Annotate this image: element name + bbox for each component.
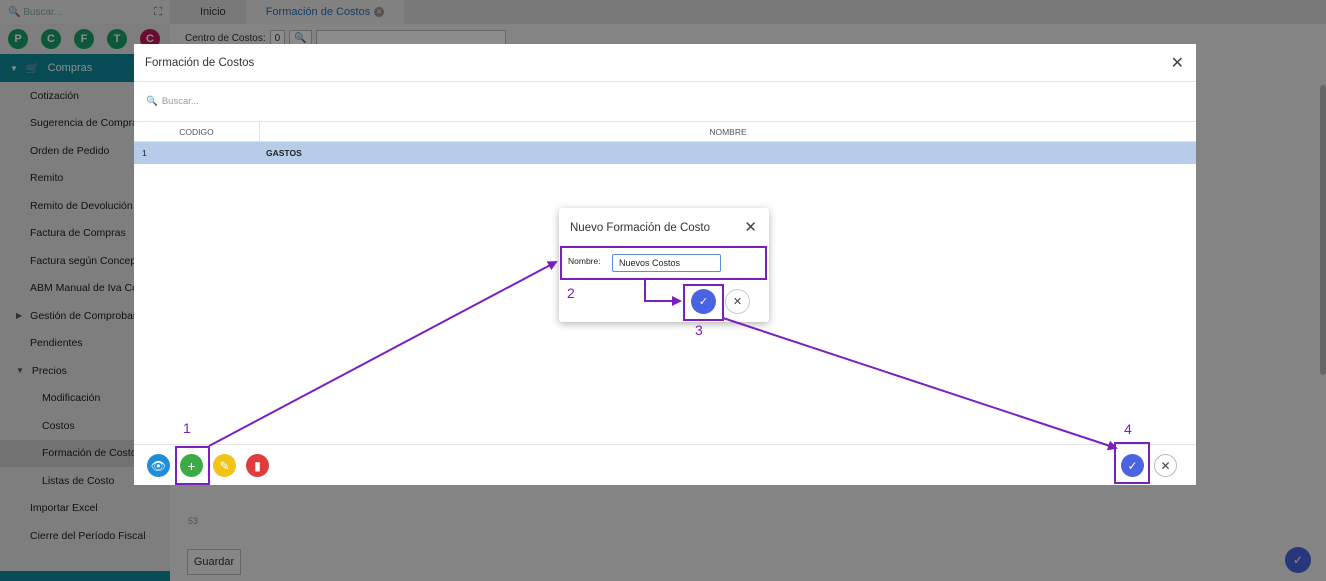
check-icon: ✓ (1127, 458, 1138, 473)
cell-nombre: GASTOS (266, 148, 302, 158)
trash-icon: ▮ (254, 458, 261, 473)
close-icon: ✕ (1160, 458, 1171, 473)
close-icon[interactable]: ✕ (744, 218, 757, 236)
table-header: CODIGO NOMBRE (134, 122, 1196, 142)
cell-codigo: 1 (142, 148, 147, 158)
column-codigo[interactable]: CODIGO (134, 122, 260, 141)
delete-button[interactable]: ▮ (246, 454, 269, 477)
column-nombre[interactable]: NOMBRE (260, 122, 1196, 141)
dialog-confirm-button[interactable]: ✓ (691, 289, 716, 314)
nombre-input[interactable] (612, 254, 721, 272)
eye-icon: 👁 (150, 458, 167, 473)
plus-icon: + (187, 457, 196, 474)
nuevo-formacion-dialog: Nuevo Formación de Costo ✕ Nombre: ✓ ✕ (559, 208, 769, 322)
add-button[interactable]: + (180, 454, 203, 477)
modal-title: Formación de Costos (145, 56, 255, 69)
search-icon: 🔍 (146, 96, 158, 107)
pencil-icon: ✎ (219, 458, 230, 473)
modal-search-placeholder: Buscar... (161, 96, 199, 107)
close-icon[interactable]: ✕ (1171, 53, 1184, 73)
view-button[interactable]: 👁 (147, 454, 170, 477)
dialog-cancel-button[interactable]: ✕ (725, 289, 750, 314)
table-row[interactable]: 1 GASTOS (134, 142, 1196, 164)
cancel-button[interactable]: ✕ (1154, 454, 1177, 477)
modal-footer: 👁 + ✎ ▮ ✓ ✕ (134, 444, 1196, 485)
nombre-label: Nombre: (568, 256, 601, 266)
confirm-button[interactable]: ✓ (1121, 454, 1144, 477)
edit-button[interactable]: ✎ (213, 454, 236, 477)
dialog-title: Nuevo Formación de Costo (570, 222, 710, 234)
check-icon: ✓ (698, 296, 709, 308)
modal-header: Formación de Costos (134, 44, 1196, 82)
close-icon: ✕ (732, 296, 743, 308)
modal-search[interactable]: 🔍 Buscar... (134, 82, 1196, 122)
